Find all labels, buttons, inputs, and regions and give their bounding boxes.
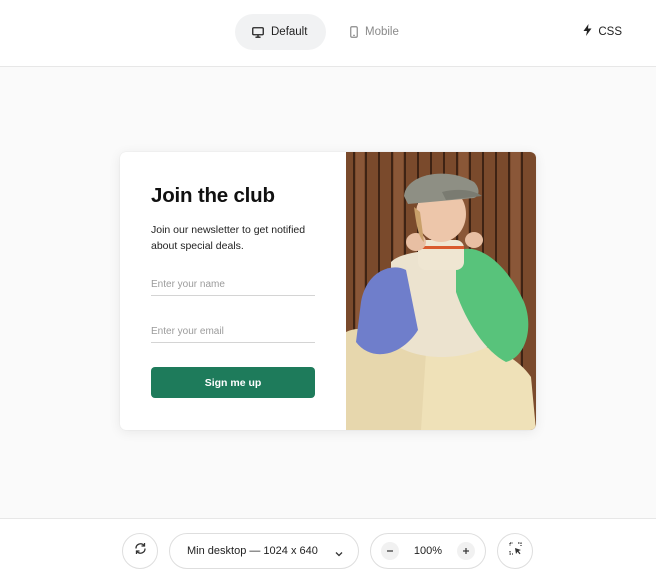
css-label: CSS [598, 25, 622, 38]
select-cursor-icon [508, 542, 522, 560]
lightning-icon [583, 24, 592, 39]
chevron-down-icon [334, 546, 344, 564]
top-toolbar: Default Mobile CSS [0, 0, 656, 67]
name-field[interactable] [151, 274, 315, 296]
mobile-icon [350, 26, 358, 38]
zoom-in-button[interactable] [457, 542, 475, 560]
desktop-icon [252, 26, 264, 38]
tab-default-label: Default [271, 26, 308, 38]
sign-up-button[interactable]: Sign me up [151, 367, 315, 398]
tab-default[interactable]: Default [235, 14, 326, 50]
preview-canvas: Join the club Join our newsletter to get… [0, 67, 656, 518]
device-size-label: Min desktop — 1024 x 640 [187, 545, 318, 557]
bottom-toolbar: Min desktop — 1024 x 640 100% [0, 518, 656, 584]
zoom-control: 100% [370, 533, 486, 569]
device-size-select[interactable]: Min desktop — 1024 x 640 [169, 533, 359, 569]
refresh-icon [134, 542, 147, 560]
email-field[interactable] [151, 321, 315, 343]
plus-icon [462, 542, 470, 560]
card-title: Join the club [151, 184, 275, 207]
newsletter-card: Join the club Join our newsletter to get… [120, 152, 536, 430]
css-button[interactable]: CSS [583, 24, 622, 39]
refresh-button[interactable] [122, 533, 158, 569]
model-photo [346, 152, 536, 430]
tab-mobile[interactable]: Mobile [346, 14, 416, 50]
inspect-button[interactable] [497, 533, 533, 569]
card-description: Join our newsletter to get notified abou… [151, 224, 306, 252]
newsletter-form: Join the club Join our newsletter to get… [120, 152, 346, 430]
tab-mobile-label: Mobile [365, 26, 399, 38]
